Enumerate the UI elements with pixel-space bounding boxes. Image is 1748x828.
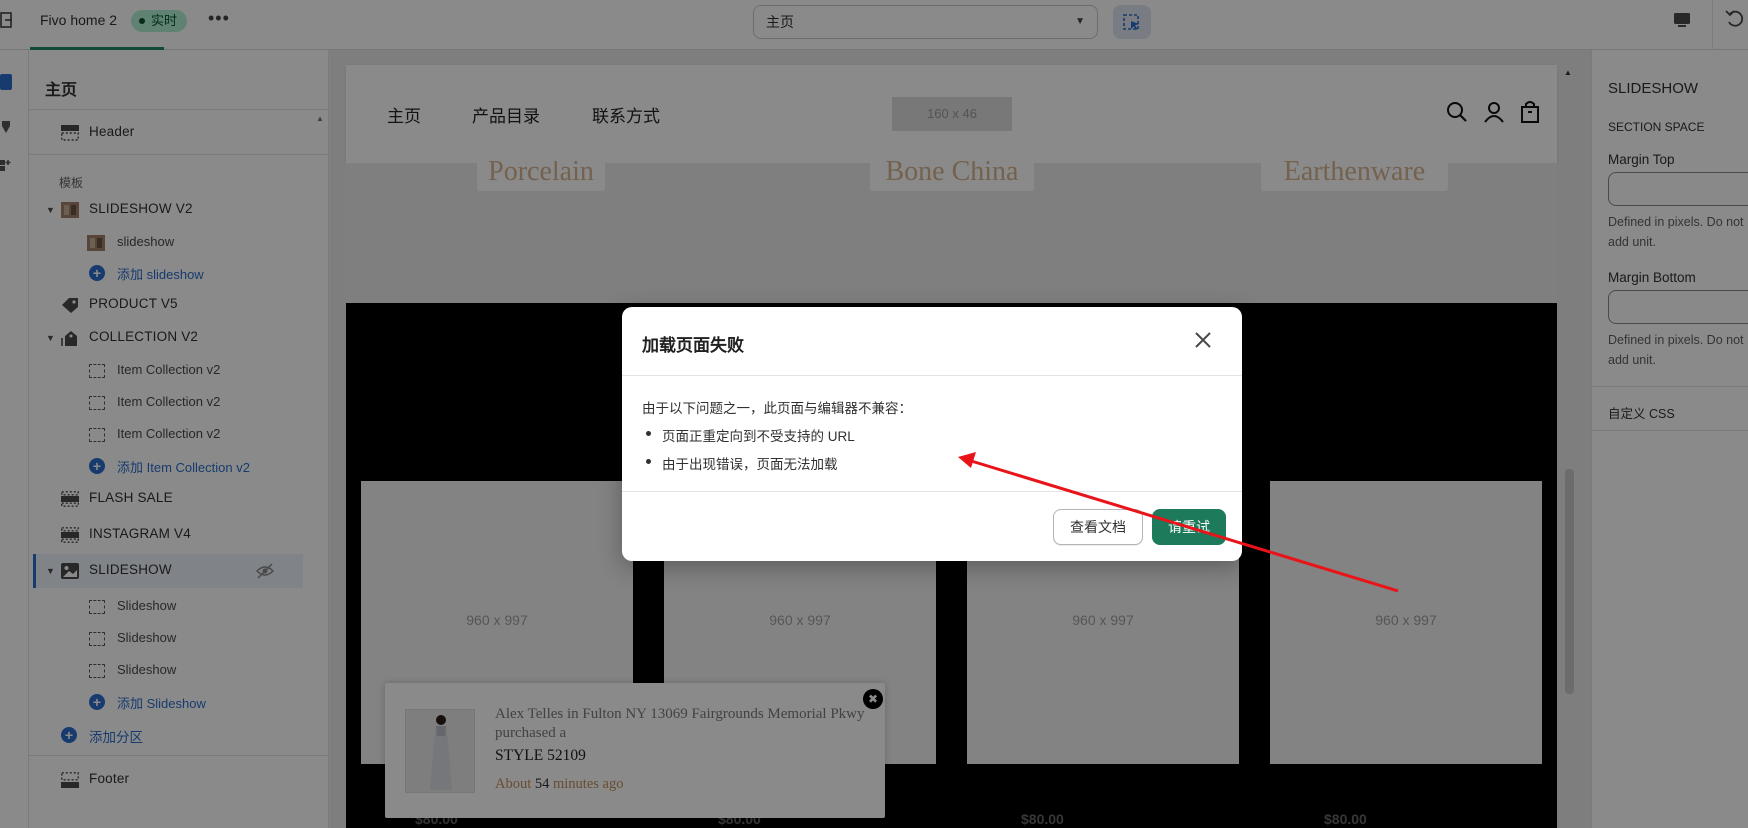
view-docs-button[interactable]: 查看文档 (1053, 509, 1143, 545)
divider (622, 491, 1242, 492)
dialog-title: 加载页面失败 (642, 336, 744, 355)
close-icon[interactable] (1193, 330, 1213, 350)
divider (622, 375, 1242, 376)
dialog-message: 由于以下问题之一，此页面与编辑器不兼容： (642, 401, 912, 416)
dialog-reason: 页面正重定向到不受支持的 URL (646, 425, 855, 445)
retry-button[interactable]: 请重试 (1152, 509, 1226, 545)
dialog-reason: 由于出现错误，页面无法加载 (646, 453, 838, 473)
load-failed-dialog: 加载页面失败 由于以下问题之一，此页面与编辑器不兼容： 页面正重定向到不受支持的… (622, 307, 1242, 561)
